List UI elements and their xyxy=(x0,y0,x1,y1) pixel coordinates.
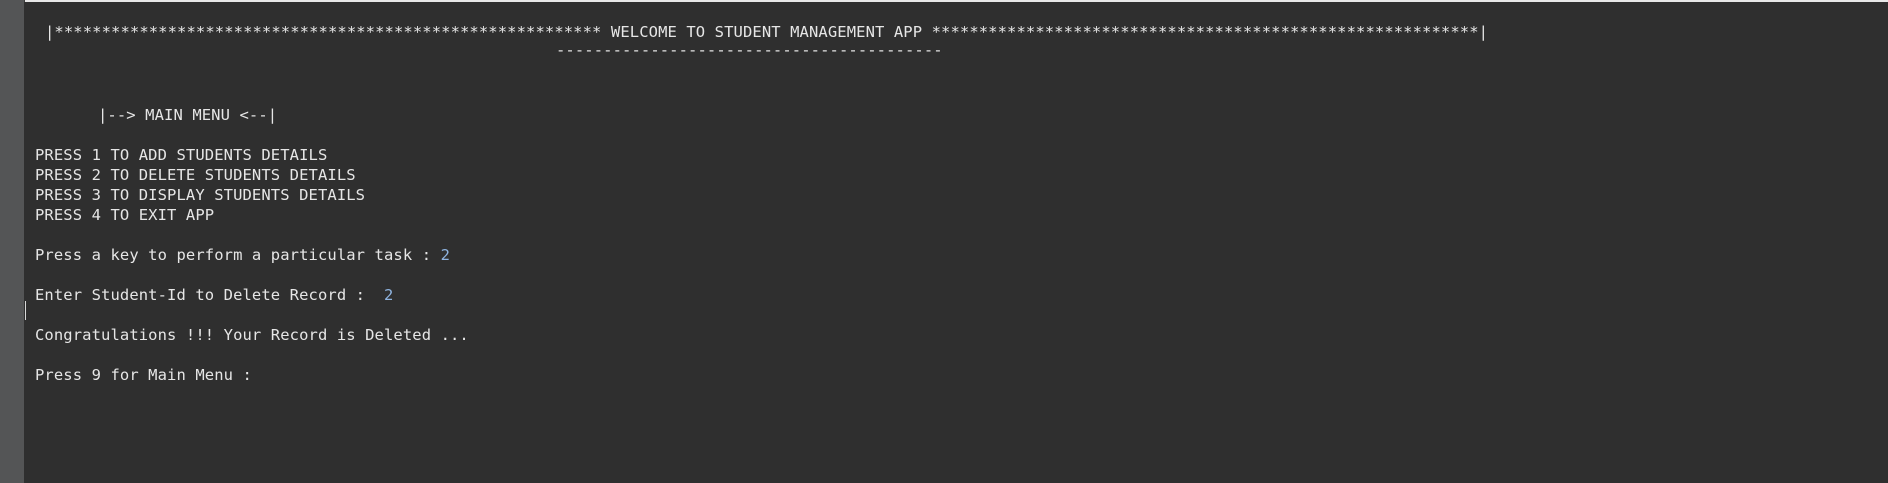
menu-option-add: PRESS 1 TO ADD STUDENTS DETAILS xyxy=(35,146,328,164)
main-menu-prompt[interactable]: Press 9 for Main Menu : xyxy=(35,365,261,385)
menu-option-display: PRESS 3 TO DISPLAY STUDENTS DETAILS xyxy=(35,186,366,204)
delete-input-value: 2 xyxy=(383,286,394,304)
console-window: |***************************************… xyxy=(0,0,1888,483)
task-prompt: Press a key to perform a particular task… xyxy=(35,246,441,264)
success-message: Congratulations !!! Your Record is Delet… xyxy=(35,326,469,344)
menu-option-delete: PRESS 2 TO DELETE STUDENTS DETAILS xyxy=(35,166,356,184)
welcome-banner: |***************************************… xyxy=(45,23,1489,41)
delete-prompt: Enter Student-Id to Delete Record : xyxy=(35,286,384,304)
delete-prompt-line: Enter Student-Id to Delete Record : 2 xyxy=(35,285,393,305)
task-prompt-line: Press a key to perform a particular task… xyxy=(35,245,450,265)
editor-gutter xyxy=(0,0,25,483)
menu-option-exit: PRESS 4 TO EXIT APP xyxy=(35,206,215,224)
task-input-value: 2 xyxy=(440,246,451,264)
main-menu-heading: |--> MAIN MENU <--| xyxy=(98,106,278,124)
text-cursor xyxy=(25,301,26,320)
banner-underline: ----------------------------------------… xyxy=(556,41,943,59)
console-output[interactable]: |***************************************… xyxy=(24,2,1888,483)
